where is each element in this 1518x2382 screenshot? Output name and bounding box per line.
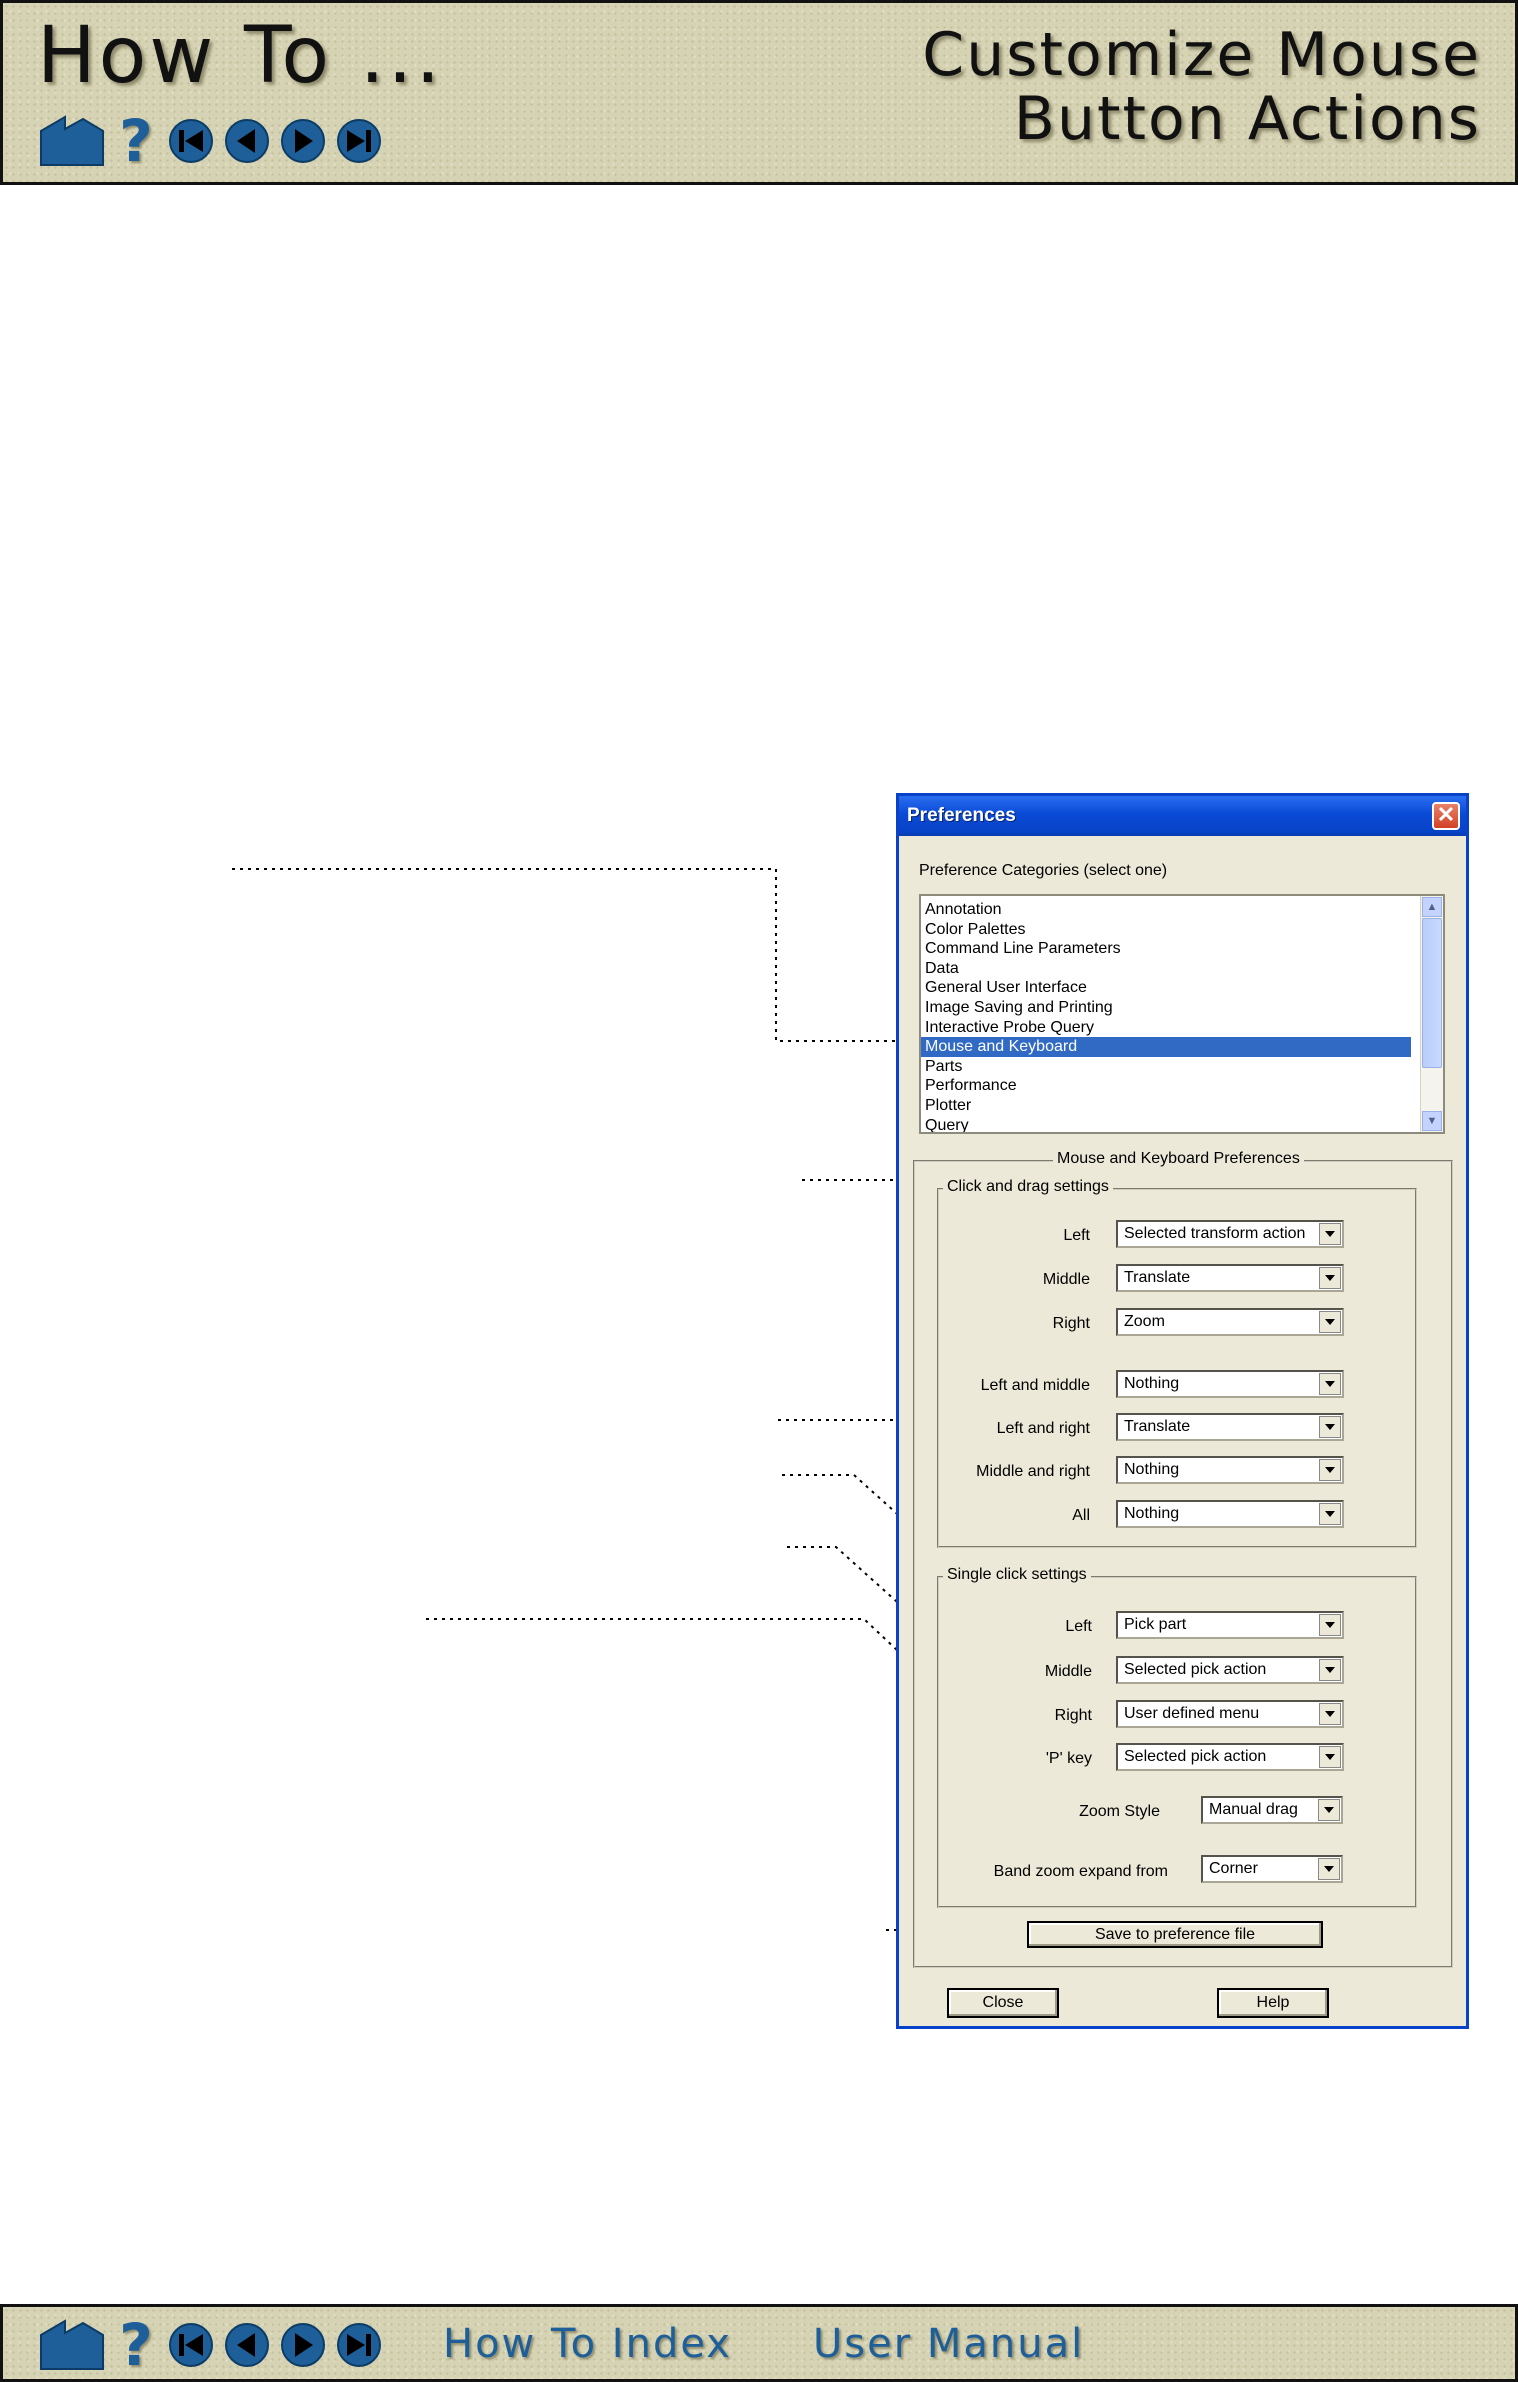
- scroll-down-icon[interactable]: ▼: [1422, 1111, 1442, 1131]
- page-footer: ? How To Index User Manual: [0, 2304, 1518, 2382]
- chevron-down-icon[interactable]: [1319, 1703, 1341, 1725]
- setting-label: Middle: [1044, 1663, 1092, 1680]
- preferences-dialog: Preferences ✕ Preference Categories (sel…: [896, 793, 1469, 2029]
- setting-label: Right: [1052, 1315, 1090, 1332]
- category-item[interactable]: Plotter: [921, 1096, 1411, 1116]
- setting-label: Left and middle: [980, 1377, 1090, 1394]
- help-button[interactable]: Help: [1217, 1988, 1329, 2018]
- setting-label: Middle and right: [976, 1463, 1090, 1480]
- setting-select[interactable]: Nothing: [1116, 1370, 1344, 1398]
- categories-scrollbar[interactable]: ▲ ▼: [1420, 896, 1443, 1132]
- setting-select[interactable]: User defined menu: [1116, 1700, 1344, 1728]
- category-item[interactable]: General User Interface: [921, 978, 1411, 998]
- setting-select[interactable]: Pick part: [1116, 1611, 1344, 1639]
- setting-select[interactable]: Nothing: [1116, 1456, 1344, 1484]
- setting-select[interactable]: Translate: [1116, 1264, 1344, 1292]
- chevron-down-icon[interactable]: [1319, 1746, 1341, 1768]
- single-click-legend: Single click settings: [943, 1566, 1091, 1584]
- category-item[interactable]: Query: [921, 1116, 1411, 1132]
- footer-nav: ?: [39, 2315, 383, 2375]
- setting-label: Middle: [1042, 1271, 1090, 1288]
- category-item[interactable]: Data: [921, 959, 1411, 979]
- chevron-down-icon[interactable]: [1319, 1459, 1341, 1481]
- setting-label: All: [1072, 1507, 1090, 1524]
- dialog-title: Preferences: [907, 805, 1016, 826]
- setting-value: Selected pick action: [1124, 1661, 1267, 1678]
- zoom-style-select[interactable]: Manual drag: [1201, 1796, 1343, 1824]
- chevron-down-icon[interactable]: [1318, 1799, 1340, 1821]
- scrollbar-thumb[interactable]: [1422, 918, 1442, 1068]
- category-item[interactable]: Mouse and Keyboard: [921, 1037, 1411, 1057]
- setting-value: Translate: [1124, 1418, 1191, 1435]
- chevron-down-icon[interactable]: [1319, 1373, 1341, 1395]
- scroll-up-icon[interactable]: ▲: [1422, 897, 1442, 917]
- how-to-index-link[interactable]: How To Index: [443, 2321, 732, 2367]
- category-item[interactable]: Command Line Parameters: [921, 939, 1411, 959]
- setting-value: Selected transform action: [1124, 1225, 1306, 1242]
- zoom-style-label: Zoom Style: [1079, 1803, 1160, 1820]
- setting-value: User defined menu: [1124, 1705, 1260, 1722]
- band-zoom-label: Band zoom expand from: [993, 1863, 1168, 1880]
- callout-categories: [232, 868, 914, 1047]
- save-to-preference-file-button[interactable]: Save to preference file: [1027, 1921, 1323, 1948]
- setting-label: Left: [1063, 1227, 1090, 1244]
- setting-select[interactable]: Selected pick action: [1116, 1743, 1344, 1771]
- chevron-down-icon[interactable]: [1319, 1223, 1341, 1245]
- setting-value: Zoom: [1124, 1313, 1165, 1330]
- category-item[interactable]: Annotation: [921, 900, 1411, 920]
- help-icon[interactable]: ?: [113, 2315, 159, 2375]
- chevron-down-icon[interactable]: [1319, 1267, 1341, 1289]
- category-item[interactable]: Parts: [921, 1057, 1411, 1077]
- home-icon[interactable]: [39, 2319, 105, 2371]
- user-manual-link[interactable]: User Manual: [813, 2321, 1084, 2367]
- setting-select[interactable]: Nothing: [1116, 1500, 1344, 1528]
- last-page-icon[interactable]: [335, 2321, 383, 2369]
- setting-value: Nothing: [1124, 1505, 1180, 1522]
- chevron-down-icon[interactable]: [1319, 1311, 1341, 1333]
- category-item[interactable]: Interactive Probe Query: [921, 1018, 1411, 1038]
- chevron-down-icon[interactable]: [1319, 1614, 1341, 1636]
- setting-label: Left: [1065, 1618, 1092, 1635]
- setting-value: Nothing: [1124, 1461, 1180, 1478]
- band-zoom-select[interactable]: Corner: [1201, 1855, 1343, 1883]
- setting-value: Translate: [1124, 1269, 1191, 1286]
- categories-listbox[interactable]: Annotation Color Palettes Command Line Par…: [919, 894, 1445, 1134]
- dialog-titlebar[interactable]: Preferences ✕: [899, 796, 1466, 836]
- next-page-icon[interactable]: [279, 2321, 327, 2369]
- zoom-style-value: Manual drag: [1209, 1801, 1298, 1818]
- category-item[interactable]: Image Saving and Printing: [921, 998, 1411, 1018]
- chevron-down-icon[interactable]: [1318, 1858, 1340, 1880]
- setting-value: Nothing: [1124, 1375, 1180, 1392]
- setting-value: Selected pick action: [1124, 1748, 1267, 1765]
- click-drag-legend: Click and drag settings: [943, 1178, 1113, 1196]
- category-item[interactable]: Performance: [921, 1076, 1411, 1096]
- setting-label: Left and right: [996, 1420, 1090, 1437]
- categories-label: Preference Categories (select one): [919, 862, 1168, 879]
- category-item[interactable]: Color Palettes: [921, 920, 1411, 940]
- setting-label: 'P' key: [1045, 1750, 1092, 1767]
- chevron-down-icon[interactable]: [1319, 1503, 1341, 1525]
- setting-label: Right: [1054, 1707, 1092, 1724]
- setting-select[interactable]: Selected transform action: [1116, 1220, 1344, 1248]
- setting-select[interactable]: Selected pick action: [1116, 1656, 1344, 1684]
- close-button[interactable]: Close: [947, 1988, 1059, 2018]
- band-zoom-value: Corner: [1209, 1860, 1258, 1877]
- setting-select[interactable]: Zoom: [1116, 1308, 1344, 1336]
- setting-value: Pick part: [1124, 1616, 1187, 1633]
- close-icon[interactable]: ✕: [1432, 802, 1460, 830]
- previous-page-icon[interactable]: [223, 2321, 271, 2369]
- chevron-down-icon[interactable]: [1319, 1659, 1341, 1681]
- mouse-keyboard-preferences-title: Mouse and Keyboard Preferences: [1053, 1150, 1304, 1168]
- chevron-down-icon[interactable]: [1319, 1416, 1341, 1438]
- setting-select[interactable]: Translate: [1116, 1413, 1344, 1441]
- first-page-icon[interactable]: [167, 2321, 215, 2369]
